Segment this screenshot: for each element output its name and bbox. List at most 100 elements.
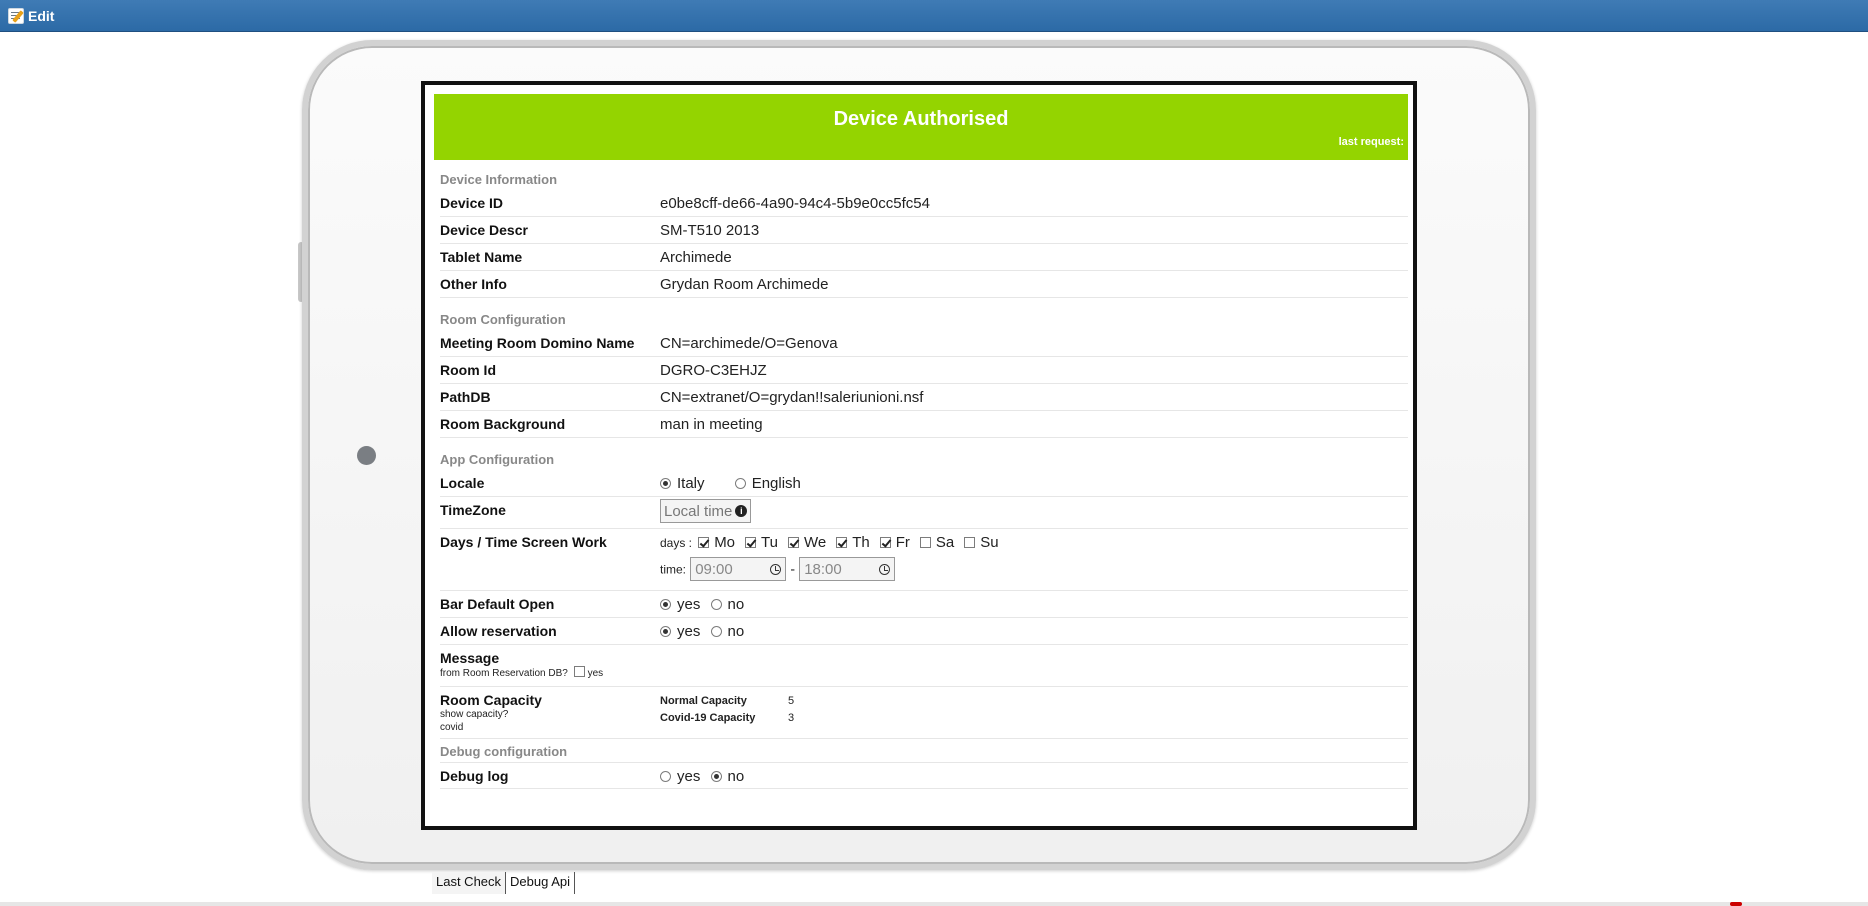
day-checkbox-mo[interactable]: Mo [698, 534, 735, 551]
status-header: Device Authorised last request: [434, 94, 1408, 160]
clock-icon [770, 563, 782, 575]
days-prefix: days : [660, 536, 693, 550]
timezone-input[interactable]: Local time i [660, 499, 752, 523]
row-locale: Locale Italy English [440, 470, 1408, 497]
day-label: We [803, 534, 827, 551]
status-bar [0, 902, 1868, 906]
tablet-name-value: Archimede [660, 249, 732, 266]
field-label: Locale [440, 475, 485, 491]
debug-no-radio[interactable]: no [710, 768, 744, 785]
section-debug-configuration: Debug configuration [440, 744, 568, 759]
tab-last-check[interactable]: Last Check [432, 872, 507, 894]
field-label: Message [440, 650, 500, 666]
room-background-value: man in meeting [660, 416, 763, 433]
radio-icon [660, 771, 671, 782]
show-capacity-label: show capacity? [440, 709, 509, 720]
field-label: TimeZone [440, 502, 506, 518]
section-room-configuration: Room Configuration [440, 312, 566, 327]
message-sub-label: from Room Reservation DB? [440, 668, 568, 679]
row-pathdb: PathDB CN=extranet/O=grydan!!saleriunion… [440, 384, 1408, 411]
radio-icon [710, 771, 722, 782]
checkbox-icon [879, 537, 891, 548]
checkbox-icon [698, 537, 710, 548]
section-device-information: Device Information [440, 172, 558, 187]
start-time-input[interactable]: 09:00 [690, 557, 787, 581]
row-device-id: Device ID e0be8cff-de66-4a90-94c4-5b9e0c… [440, 190, 1408, 217]
tablet-screen: Device Authorised last request: Device I… [421, 81, 1417, 830]
field-label: Days / Time Screen Work [440, 534, 607, 550]
field-label: Debug log [440, 768, 509, 784]
day-checkbox-su[interactable]: Su [964, 534, 999, 551]
checkbox-icon [745, 537, 757, 548]
field-label: Room Id [440, 362, 496, 378]
edit-icon [8, 8, 24, 24]
row-message: Message from Room Reservation DB? yes [440, 645, 1408, 687]
field-label: Room Background [440, 416, 566, 432]
radio-icon [660, 599, 671, 610]
field-label: Room Capacity [440, 692, 542, 708]
section-app-configuration: App Configuration [440, 452, 555, 467]
radio-icon [660, 626, 671, 637]
other-info-value: Grydan Room Archimede [660, 276, 829, 293]
time-prefix: time: [660, 562, 687, 577]
reservation-no-radio[interactable]: no [710, 623, 744, 640]
day-label: Tu [761, 534, 778, 551]
edit-button[interactable]: Edit [8, 5, 54, 27]
field-label: Device ID [440, 195, 504, 211]
bottom-tabs: Last Check Debug Api [432, 872, 576, 894]
normal-capacity-label: Normal Capacity [660, 695, 747, 707]
locale-italy-radio[interactable]: Italy [660, 475, 705, 492]
message-check-label: yes [587, 668, 604, 679]
day-label: Mo [714, 534, 736, 551]
time-range: time: 09:00 - 18:00 [660, 557, 1408, 581]
normal-capacity-value: 5 [788, 695, 795, 707]
bar-open-no-radio[interactable]: no [710, 596, 744, 613]
day-checkbox-tu[interactable]: Tu [745, 534, 778, 551]
day-checkbox-fr[interactable]: Fr [879, 534, 910, 551]
days-checkboxes: days : Mo Tu We Th Fr Sa Su [660, 534, 1408, 551]
day-label: Sa [935, 534, 955, 551]
checkbox-icon [836, 537, 848, 548]
message-from-db-checkbox[interactable] [573, 666, 585, 677]
tab-debug-api[interactable]: Debug Api [506, 872, 576, 894]
row-room-capacity: Room Capacity show capacity? covid Norma… [440, 687, 1408, 739]
row-device-descr: Device Descr SM-T510 2013 [440, 217, 1408, 244]
info-icon: i [735, 505, 748, 517]
room-id-value: DGRO-C3EHJZ [660, 362, 767, 379]
row-allow-reservation: Allow reservation yes no [440, 618, 1408, 645]
device-id-value: e0be8cff-de66-4a90-94c4-5b9e0cc5fc54 [660, 195, 930, 212]
field-label: Other Info [440, 276, 507, 292]
radio-icon [660, 478, 671, 489]
debug-yes-radio[interactable]: yes [660, 768, 700, 785]
row-room-background: Room Background man in meeting [440, 411, 1408, 438]
time-separator: - [790, 560, 796, 577]
row-room-id: Room Id DGRO-C3EHJZ [440, 357, 1408, 384]
field-label: Bar Default Open [440, 596, 555, 612]
day-label: Th [852, 534, 870, 551]
pathdb-value: CN=extranet/O=grydan!!saleriunioni.nsf [660, 389, 924, 406]
row-timezone: TimeZone Local time i [440, 497, 1408, 529]
tablet-home-button [357, 446, 376, 465]
checkbox-icon [964, 537, 976, 548]
checkbox-icon [787, 537, 799, 548]
row-days-time: Days / Time Screen Work days : Mo Tu We Th F… [440, 529, 1408, 591]
row-domino-name: Meeting Room Domino Name CN=archimede/O=… [440, 330, 1408, 357]
bar-open-yes-radio[interactable]: yes [660, 596, 700, 613]
row-other-info: Other Info Grydan Room Archimede [440, 271, 1408, 298]
field-label: PathDB [440, 389, 491, 405]
covid-label: covid [440, 722, 464, 733]
day-label: Su [980, 534, 999, 551]
row-bar-default-open: Bar Default Open yes no [440, 591, 1408, 618]
end-time-input[interactable]: 18:00 [799, 557, 896, 581]
radio-icon [710, 626, 722, 637]
field-label: Tablet Name [440, 249, 523, 265]
page-title: Device Authorised [833, 108, 1009, 130]
day-checkbox-sa[interactable]: Sa [919, 534, 955, 551]
locale-english-radio[interactable]: English [734, 475, 801, 492]
checkbox-icon [919, 537, 931, 548]
day-checkbox-th[interactable]: Th [836, 534, 870, 551]
reservation-yes-radio[interactable]: yes [660, 623, 700, 640]
day-checkbox-we[interactable]: We [787, 534, 827, 551]
device-config-form: Device Information Device ID e0be8cff-de… [440, 170, 1408, 789]
edit-label: Edit [28, 8, 55, 24]
